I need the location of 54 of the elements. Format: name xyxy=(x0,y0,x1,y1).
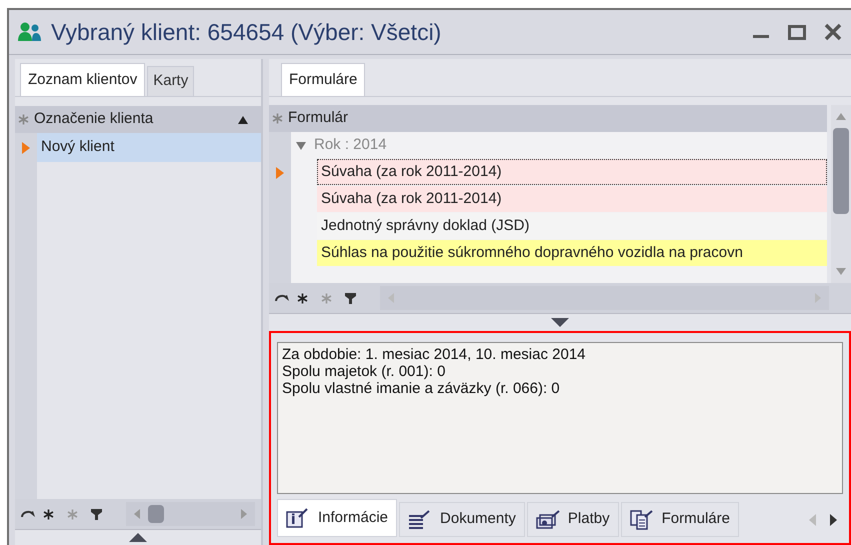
info-line: Spolu majetok (r. 001): 0 xyxy=(282,363,446,380)
scroll-up-icon[interactable] xyxy=(836,113,846,120)
documents-icon xyxy=(408,510,432,530)
tab[interactable]: Formuláre xyxy=(620,502,739,537)
column-header[interactable]: Označenie klienta xyxy=(15,106,261,133)
forms-icon xyxy=(630,510,654,530)
users-icon xyxy=(17,21,43,43)
cash-icon xyxy=(536,510,560,530)
asterisk-icon[interactable] xyxy=(43,508,54,520)
scroll-right-icon[interactable] xyxy=(815,293,821,303)
group-label: Rok : 2014 xyxy=(314,135,387,156)
tab[interactable]: Formuláre xyxy=(281,63,366,96)
tab-scroll-left-icon[interactable] xyxy=(809,514,816,526)
horizontal-scrollbar[interactable] xyxy=(126,502,255,526)
form-row[interactable]: Súvaha (za rok 2011-2014) xyxy=(317,186,827,212)
vertical-scrollbar[interactable] xyxy=(831,105,851,283)
info-line: Za obdobie: 1. mesiac 2014, 10. mesiac 2014 xyxy=(282,346,587,363)
scroll-left-icon[interactable] xyxy=(388,293,394,303)
tab[interactable]: Informácie xyxy=(277,499,398,537)
current-row-icon xyxy=(276,166,284,178)
scroll-down-icon[interactable] xyxy=(836,268,846,275)
form-row[interactable]: Súhlas na použitie súkromného dopravného vozidla na pracovn xyxy=(317,240,827,266)
scroll-thumb[interactable] xyxy=(833,128,849,214)
tab[interactable]: Zoznam klientov xyxy=(20,63,146,96)
form-row[interactable]: Súvaha (za rok 2011-2014) xyxy=(317,159,827,185)
asterisk-icon[interactable] xyxy=(297,292,308,304)
column-title: Formulár xyxy=(288,108,348,128)
maximize-icon[interactable] xyxy=(787,22,807,42)
info-icon xyxy=(286,508,310,528)
current-row-icon xyxy=(22,142,30,154)
close-icon[interactable] xyxy=(823,22,843,42)
filter-icon[interactable] xyxy=(345,292,356,304)
scroll-right-icon[interactable] xyxy=(241,509,247,519)
info-line: Spolu vlastné imanie a záväzky (r. 066): 0 xyxy=(282,380,561,397)
horizontal-scrollbar[interactable] xyxy=(380,286,829,310)
sort-ascending-icon xyxy=(238,116,248,124)
tab-scroll-right-icon[interactable] xyxy=(830,514,837,526)
collapse-icon[interactable] xyxy=(296,142,306,150)
filter-icon[interactable] xyxy=(91,508,102,520)
expand-up-icon[interactable] xyxy=(129,533,147,542)
column-header[interactable]: Formulár xyxy=(269,105,827,132)
tab[interactable]: Karty xyxy=(147,66,194,96)
refresh-icon[interactable] xyxy=(275,293,289,303)
window-title: Vybraný klient: 654654 (Výber: Všetci) xyxy=(51,18,442,47)
scroll-thumb[interactable] xyxy=(148,505,164,523)
scroll-left-icon[interactable] xyxy=(134,509,140,519)
asterisk-icon xyxy=(272,113,283,124)
list-row[interactable]: Nový klient xyxy=(37,133,261,162)
tab[interactable]: Platby xyxy=(526,502,619,537)
asterisk-icon xyxy=(18,114,29,125)
column-title: Označenie klienta xyxy=(34,109,154,130)
collapse-down-icon[interactable] xyxy=(551,318,569,327)
tab[interactable]: Dokumenty xyxy=(399,502,525,537)
refresh-icon[interactable] xyxy=(21,509,35,519)
